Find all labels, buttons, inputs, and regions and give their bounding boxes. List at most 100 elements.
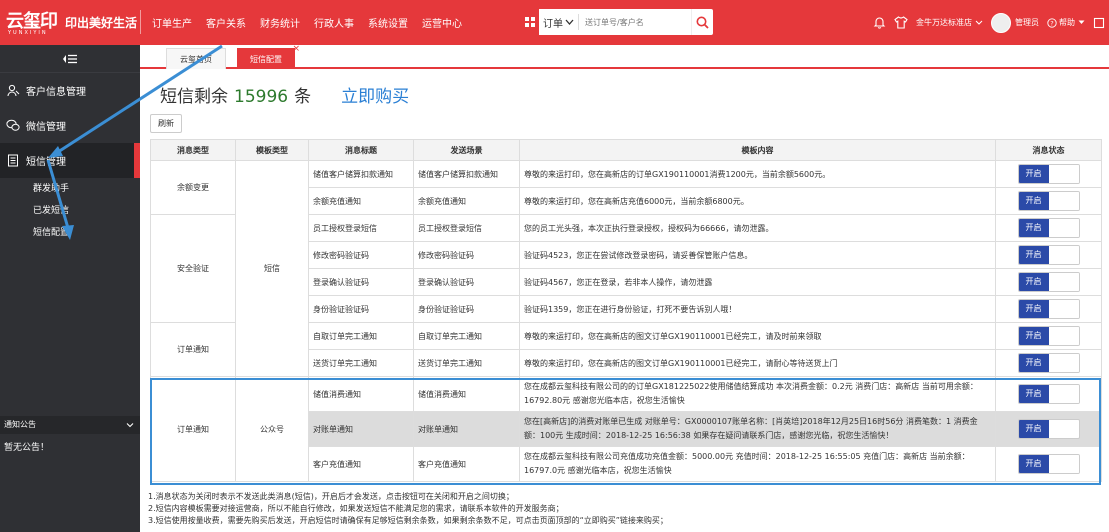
brand-logo[interactable]: 云玺印 YUNXIYIN 印出美好生活 (6, 8, 137, 37)
status-toggle[interactable]: 开启 (1017, 299, 1080, 319)
status-cell: 开启 (995, 349, 1102, 377)
toggle-on-label: 开启 (1018, 165, 1049, 183)
status-cell: 开启 (995, 187, 1102, 215)
logo-divider (140, 10, 141, 34)
column-header: 消息标题 (308, 139, 414, 161)
main-nav: 订单生产 客户关系 财务统计 行政人事 系统设置 运营中心 (152, 0, 476, 45)
message-title-cell: 身份验证验证码 (308, 295, 414, 323)
notice-header[interactable]: 通知公告 (0, 416, 140, 434)
bell-icon[interactable] (873, 16, 886, 29)
submenu-item-sms-config[interactable]: 短信配置 (33, 222, 140, 244)
help-icon: ? (1047, 17, 1057, 28)
search-button[interactable] (691, 9, 713, 35)
help-menu[interactable]: ? 帮助 (1047, 17, 1085, 28)
status-toggle[interactable]: 开启 (1017, 419, 1080, 439)
template-type-cell: 短信 (235, 160, 309, 377)
store-name: 金牛万达标准店 (916, 18, 972, 27)
scene-cell: 储值消费通知 (413, 376, 520, 412)
content-cell: 尊敬的来运打印，您在高新店的图文订单GX190110001已经完工，请耐心等待送… (519, 349, 996, 377)
content-cell: 您在成都云玺科技有限公司的的订单GX181225022使用储值结算成功 本次消费… (519, 376, 996, 412)
scene-cell: 自取订单完工通知 (413, 322, 520, 350)
status-toggle[interactable]: 开启 (1017, 353, 1080, 373)
table-row: 订单通知 公众号 储值消费通知 储值消费通知 您在成都云玺科技有限公司的的订单G… (150, 376, 1102, 482)
tab-home[interactable]: 云玺首页 (166, 48, 226, 69)
content-cell: 尊敬的来运打印，您在高新店的图文订单GX190110001已经完工，请及时前来领… (519, 322, 996, 350)
menu-collapse-icon (63, 54, 77, 63)
shirt-icon[interactable] (894, 16, 908, 29)
scene-cell: 对账单通知 (413, 411, 520, 447)
note-line: 3.短信使用按量收费，需要先购买后发送，开启短信时请确保有足够短信剩余条数，如果… (148, 516, 668, 525)
status-cell: 开启 (995, 214, 1102, 242)
status-toggle[interactable]: 开启 (1017, 384, 1080, 404)
balance-unit: 条 (294, 87, 312, 107)
notice-title: 通知公告 (4, 420, 36, 429)
nav-item-order[interactable]: 订单生产 (152, 15, 192, 30)
apps-grid-icon[interactable] (521, 9, 539, 35)
sidebar-item-label: 短信管理 (26, 157, 66, 168)
refresh-button[interactable]: 刷新 (150, 114, 182, 133)
store-select[interactable]: 金牛万达标准店 (916, 17, 983, 28)
toggle-off-side (1048, 273, 1079, 291)
svg-text:?: ? (1050, 19, 1053, 27)
scene-cell: 送货订单完工通知 (413, 349, 520, 377)
balance-label: 短信剩余 (160, 87, 228, 107)
header-actions: 金牛万达标准店 管理员 ? 帮助 (865, 0, 1105, 45)
status-cell: 开启 (995, 322, 1102, 350)
toggle-on-label: 开启 (1018, 219, 1049, 237)
scene-cell: 余额充值通知 (413, 187, 520, 215)
search-type-select[interactable]: 订单 (539, 14, 579, 30)
nav-item-operations[interactable]: 运营中心 (422, 15, 462, 30)
submenu-item-sent[interactable]: 已发短信 (33, 200, 140, 222)
message-title-cell: 对账单通知 (308, 411, 414, 447)
status-toggle[interactable]: 开启 (1017, 272, 1080, 292)
sidebar-item-customer-info[interactable]: 客户信息管理 (0, 73, 140, 108)
message-title-cell: 储值消费通知 (308, 376, 414, 412)
sidebar-item-wechat[interactable]: 微信管理 (0, 108, 140, 143)
message-title-cell: 储值客户储算扣款通知 (308, 160, 414, 188)
tab-bar: 云玺首页 短信配置 × (140, 44, 1109, 69)
toggle-on-label: 开启 (1018, 420, 1049, 438)
content-cell: 尊敬的来运打印，您在高新店充值6000元，当前余额6800元。 (519, 187, 996, 215)
status-toggle[interactable]: 开启 (1017, 245, 1080, 265)
content-cell: 您的员工光头强，本次正执行登录授权，授权码为66666，请勿泄露。 (519, 214, 996, 242)
tab-sms-config[interactable]: 短信配置 × (237, 44, 300, 69)
column-header: 消息类型 (150, 139, 236, 161)
status-cell: 开启 (995, 268, 1102, 296)
message-title-cell: 送货订单完工通知 (308, 349, 414, 377)
status-cell: 开启 (995, 160, 1102, 188)
help-label: 帮助 (1059, 18, 1075, 27)
status-toggle[interactable]: 开启 (1017, 218, 1080, 238)
message-title-cell: 自取订单完工通知 (308, 322, 414, 350)
message-type-cell: 余额变更 (150, 160, 236, 215)
avatar (991, 12, 1011, 33)
logo-subtext: YUNXIYIN (8, 30, 48, 36)
status-toggle[interactable]: 开启 (1017, 191, 1080, 211)
status-toggle[interactable]: 开启 (1017, 454, 1080, 474)
sidebar-item-sms[interactable]: 短信管理 (0, 143, 140, 178)
toggle-on-label: 开启 (1018, 327, 1049, 345)
search-input[interactable] (579, 17, 679, 27)
table-header-row: 消息类型 模板类型 消息标题 发送场景 模板内容 消息状态 (150, 139, 1102, 161)
submenu-item-mass-send[interactable]: 群发助手 (33, 178, 140, 200)
toggle-off-side (1048, 455, 1079, 473)
toggle-off-side (1048, 246, 1079, 264)
toggle-off-side (1048, 385, 1079, 403)
sms-config-table: 消息类型 模板类型 消息标题 发送场景 模板内容 消息状态 余额变更 短信 储值… (150, 139, 1102, 482)
nav-item-finance[interactable]: 财务统计 (260, 15, 300, 30)
status-toggle[interactable]: 开启 (1017, 164, 1080, 184)
status-toggle[interactable]: 开启 (1017, 326, 1080, 346)
nav-item-settings[interactable]: 系统设置 (368, 15, 408, 30)
toggle-on-label: 开启 (1018, 246, 1049, 264)
fullscreen-icon[interactable] (1093, 17, 1105, 29)
nav-item-customer[interactable]: 客户关系 (206, 15, 246, 30)
toggle-off-side (1048, 300, 1079, 318)
user-menu[interactable]: 管理员 (991, 12, 1039, 33)
nav-item-admin[interactable]: 行政人事 (314, 15, 354, 30)
document-icon (6, 154, 20, 168)
note-line: 1.消息状态为关闭时表示不发送此类消息(短信)，开启后才会发送，点击按钮可在关闭… (148, 492, 514, 501)
buy-now-link[interactable]: 立即购买 (341, 82, 409, 107)
toggle-off-side (1048, 327, 1079, 345)
table-row: 余额变更 短信 储值客户储算扣款通知 储值客户储算扣款通知 尊敬的来运打印，您在… (150, 160, 1102, 377)
sidebar-collapse-button[interactable] (0, 45, 140, 73)
close-icon[interactable]: × (292, 44, 300, 54)
